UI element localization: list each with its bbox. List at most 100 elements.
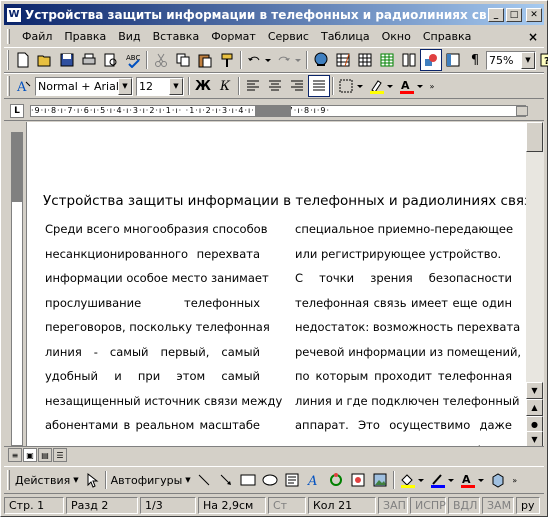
align-left-icon[interactable] — [242, 75, 264, 97]
format-painter-icon[interactable] — [216, 49, 238, 71]
menu-format[interactable]: Формат — [205, 30, 262, 43]
horizontal-ruler[interactable]: L ·9·ı·8·ı·7·ı·6·ı·5·ı·4·ı·3·ı·2·ı·1·ı· … — [4, 101, 544, 121]
tables-borders-icon[interactable] — [332, 49, 354, 71]
scroll-thumb[interactable] — [526, 122, 543, 152]
print-layout-icon[interactable]: ▤ — [38, 448, 52, 462]
document-heading: Устройства защиты информации в телефонны… — [43, 193, 526, 209]
insert-table-icon[interactable] — [354, 49, 376, 71]
toolbar-options-icon[interactable]: » — [509, 469, 521, 491]
oval-icon[interactable] — [259, 469, 281, 491]
borders-icon[interactable] — [336, 75, 366, 97]
toolbar-grip-drawing[interactable] — [7, 470, 10, 490]
close-document-button[interactable]: × — [528, 30, 538, 44]
svg-text:A: A — [16, 80, 27, 94]
open-folder-icon[interactable] — [34, 49, 56, 71]
chevron-down-icon[interactable]: ▼ — [169, 77, 183, 95]
drawing-icon[interactable] — [420, 49, 442, 71]
fill-color-icon[interactable] — [397, 469, 427, 491]
tab-selector[interactable]: L — [10, 104, 24, 118]
font-color-icon[interactable]: A — [396, 75, 426, 97]
print-icon[interactable] — [78, 49, 100, 71]
normal-view-icon[interactable]: ≡ — [8, 448, 22, 462]
status-extend[interactable]: ВДЛ — [448, 497, 480, 514]
menu-grip[interactable] — [7, 29, 10, 44]
menu-tools[interactable]: Сервис — [262, 30, 315, 43]
highlight-icon[interactable] — [366, 75, 396, 97]
font-size-select[interactable]: 12 ▼ — [136, 76, 184, 96]
vertical-ruler[interactable] — [4, 122, 26, 446]
menu-view[interactable]: Вид — [112, 30, 146, 43]
line-icon[interactable] — [193, 469, 215, 491]
chevron-down-icon[interactable]: ▼ — [118, 77, 132, 95]
menu-help[interactable]: Справка — [417, 30, 477, 43]
hyperlink-icon[interactable] — [310, 49, 332, 71]
columns-icon[interactable] — [398, 49, 420, 71]
previous-page-icon[interactable]: ▲ — [526, 399, 543, 416]
word-window: W Устройства защиты информации в телефон… — [0, 0, 548, 517]
text-line: удобный и при этом самый — [45, 369, 260, 383]
3d-icon[interactable] — [487, 469, 509, 491]
draw-font-color-icon[interactable]: A — [457, 469, 487, 491]
menu-insert[interactable]: Вставка — [147, 30, 206, 43]
insert-picture-icon[interactable] — [369, 469, 391, 491]
menu-file[interactable]: Файл — [16, 30, 58, 43]
close-button[interactable]: ✕ — [526, 7, 542, 22]
horizontal-scrollbar[interactable]: ≡ ▣ ▤ ☰ — [4, 446, 544, 464]
cut-icon[interactable] — [150, 49, 172, 71]
autoshapes-menu[interactable]: Автофигуры ▼ — [109, 474, 193, 487]
save-icon[interactable] — [56, 49, 78, 71]
line-color-icon[interactable] — [427, 469, 457, 491]
menu-table[interactable]: Таблица — [315, 30, 376, 43]
minimize-button[interactable]: _ — [488, 7, 504, 22]
status-record[interactable]: ЗАП — [378, 497, 408, 514]
document-map-icon[interactable] — [442, 49, 464, 71]
insert-excel-icon[interactable] — [376, 49, 398, 71]
word-doc-icon[interactable]: W — [6, 6, 22, 23]
status-overtype[interactable]: ЗАМ — [482, 497, 514, 514]
justify-icon[interactable] — [308, 75, 330, 97]
status-track-changes[interactable]: ИСПР — [410, 497, 446, 514]
select-objects-icon[interactable] — [81, 469, 103, 491]
web-layout-icon[interactable]: ▣ — [23, 448, 37, 462]
spelling-icon[interactable]: ABC — [122, 49, 144, 71]
text-box-icon[interactable] — [281, 469, 303, 491]
autoshapes-label: Автофигуры — [110, 473, 183, 487]
paste-icon[interactable] — [194, 49, 216, 71]
rectangle-icon[interactable] — [237, 469, 259, 491]
zoom-select[interactable]: 75% ▼ — [486, 50, 536, 70]
bold-button[interactable]: Ж — [192, 75, 214, 97]
draw-actions-menu[interactable]: Действия ▼ — [13, 474, 81, 487]
copy-icon[interactable] — [172, 49, 194, 71]
arrow-icon[interactable] — [215, 469, 237, 491]
italic-button[interactable]: К — [214, 75, 236, 97]
clip-art-icon[interactable] — [347, 469, 369, 491]
outline-view-icon[interactable]: ☰ — [53, 448, 67, 462]
menu-edit[interactable]: Правка — [58, 30, 112, 43]
align-right-icon[interactable] — [286, 75, 308, 97]
undo-icon[interactable] — [244, 49, 274, 71]
chevron-down-icon[interactable]: ▼ — [521, 51, 535, 69]
maximize-button[interactable]: □ — [506, 7, 522, 22]
menu-window[interactable]: Окно — [376, 30, 417, 43]
align-center-icon[interactable] — [264, 75, 286, 97]
document-page[interactable]: Устройства защиты информации в телефонны… — [37, 122, 526, 446]
toolbar-grip[interactable] — [7, 50, 9, 70]
redo-icon[interactable] — [274, 49, 304, 71]
ruler-strip[interactable]: ·9·ı·8·ı·7·ı·6·ı·5·ı·4·ı·3·ı·2·ı·1·ı· ·1… — [30, 105, 526, 117]
diagram-icon[interactable] — [325, 469, 347, 491]
new-document-icon[interactable] — [12, 49, 34, 71]
toolbar-options-icon[interactable]: » — [426, 75, 438, 97]
show-formatting-icon[interactable]: ¶ — [464, 49, 486, 71]
toolbar-grip-format[interactable] — [7, 76, 10, 96]
help-icon[interactable]: ? — [536, 49, 548, 71]
document-area[interactable]: Устройства защиты информации в телефонны… — [26, 122, 526, 446]
window-title: Устройства защиты информации в телефонны… — [25, 7, 486, 22]
text-line: телефонная связь имеет еще один — [295, 295, 512, 310]
print-preview-icon[interactable] — [100, 49, 122, 71]
style-select[interactable]: Normal + Arial, 1 ▼ — [35, 76, 133, 96]
vertical-scrollbar[interactable]: ▼ ▲ ● ▼ — [526, 122, 544, 448]
title-bar[interactable]: W Устройства защиты информации в телефон… — [4, 4, 544, 25]
scroll-down-icon[interactable]: ▼ — [526, 382, 543, 399]
styles-icon[interactable]: A — [13, 75, 35, 97]
wordart-icon[interactable]: A — [303, 469, 325, 491]
